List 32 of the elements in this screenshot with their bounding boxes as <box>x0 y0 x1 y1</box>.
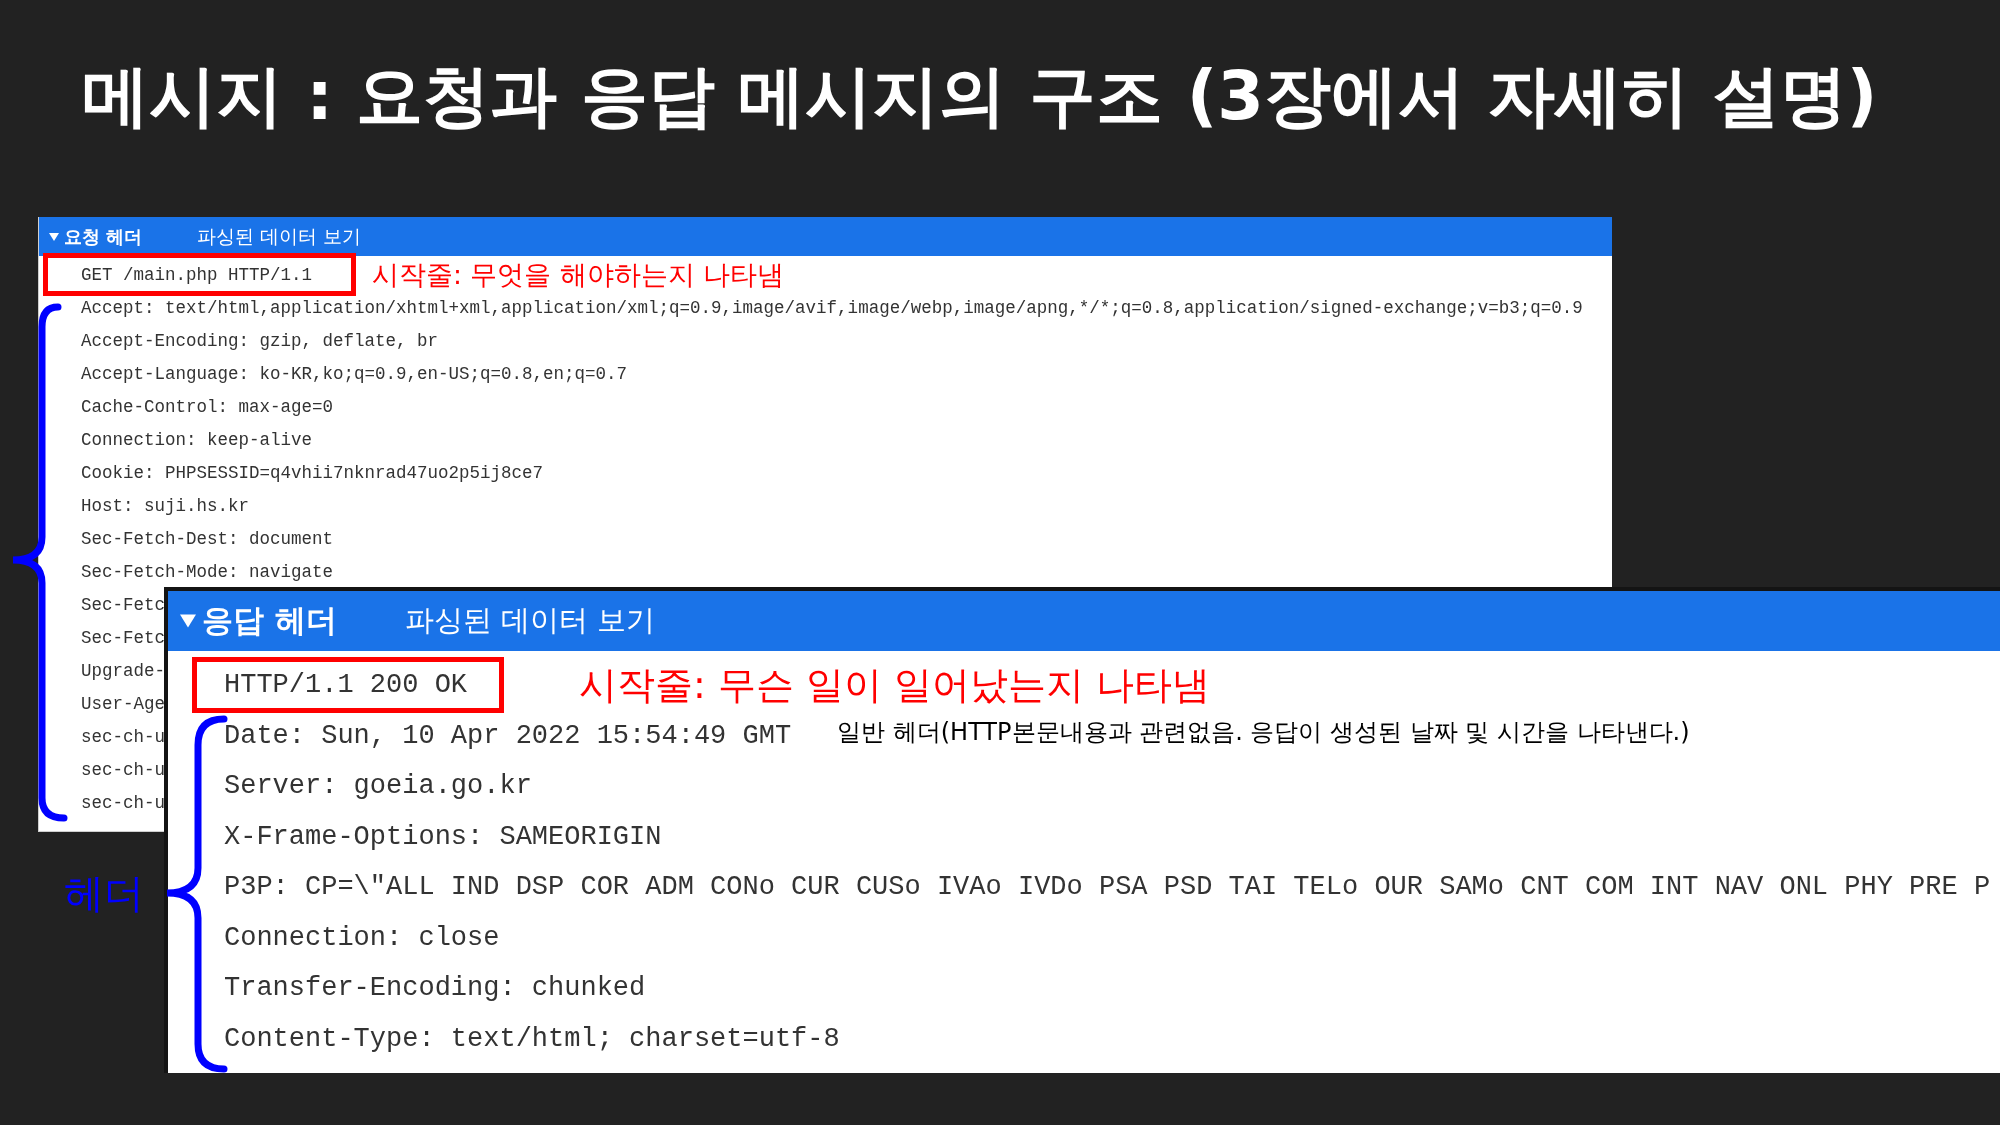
header-line: Accept-Language: ko-KR,ko;q=0.9,en-US;q=0.8,en;q=0.7 <box>81 363 628 384</box>
header-line: Sec-Fetc <box>81 627 165 648</box>
header-line: Connection: keep-alive <box>81 429 313 450</box>
header-line: User-Age <box>81 693 165 714</box>
header-line: Accept: text/html,application/xhtml+xml,application/xml;q=0.9,image/avif,image/webp,image/apng,*/*;q=0.8,application/signed-exchange;v=b3;q=0.9 <box>81 297 1583 318</box>
section-toggle[interactable]: 요청 헤더 <box>49 224 197 249</box>
header-line: Cache-Control: max-age=0 <box>81 396 334 417</box>
header-line: Content-Type: text/html; charset=utf-8 <box>224 1023 840 1054</box>
header-line: Accept-Encoding: gzip, deflate, br <box>81 330 439 351</box>
annotation-text: 시작줄: 무슨 일이 일어났는지 나타냄 <box>579 661 1211 709</box>
header-line: Date: Sun, 10 Apr 2022 15:54:49 GMT <box>224 720 792 751</box>
header-line: Sec-Fetc <box>81 594 165 615</box>
header-line: Transfer-Encoding: chunked <box>224 973 646 1004</box>
header-line: Cookie: PHPSESSID=q4vhii7nknrad47uo2p5ij8ce7 <box>81 462 544 483</box>
header-line: Connection: close <box>224 922 500 953</box>
parsed-view-link[interactable]: 파싱된 데이터 보기 <box>405 601 656 641</box>
header-line: sec-ch-u <box>81 726 165 747</box>
header-line: sec-ch-u <box>81 759 165 780</box>
header-line: Server: goeia.go.kr <box>224 771 532 802</box>
header-line: P3P: CP=\"ALL IND DSP COR ADM CONo CUR CUSo IVAo IVDo PSA PSD TAI TELo OUR SAMo CNT COM INT NAV ONL PHY PRE P <box>224 872 1991 903</box>
annotation-text: 시작줄: 무엇을 해야하는지 나타냄 <box>372 257 785 292</box>
slide-title: 메시지 : 요청과 응답 메시지의 구조 (3장에서 자세히 설명) <box>81 56 1878 137</box>
header-line: Host: suji.hs.kr <box>81 495 250 516</box>
annotation-label: 헤더 <box>64 869 144 918</box>
header-line: X-Frame-Options: SAMEORIGIN <box>224 821 662 852</box>
header-line: Sec-Fetch-Dest: document <box>81 528 334 549</box>
parsed-view-link[interactable]: 파싱된 데이터 보기 <box>197 224 361 249</box>
header-line: Sec-Fetch-Mode: navigate <box>81 561 334 582</box>
section-toggle[interactable]: 응답 헤더 <box>180 600 405 642</box>
header-line: Upgrade- <box>81 660 165 681</box>
header-line: sec-ch-u <box>81 792 165 813</box>
annotation-text: 일반 헤더(HTTP본문내용과 관련없음. 응답이 생성된 날짜 및 시간을 나타낸다.) <box>837 716 1690 748</box>
